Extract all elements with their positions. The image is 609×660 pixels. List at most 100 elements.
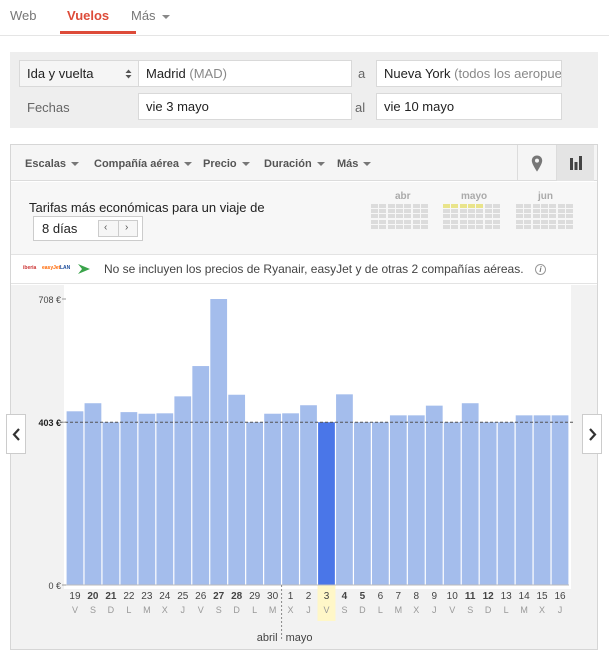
trip-length-label: Tarifas más económicas para un viaje de <box>29 200 265 215</box>
calendar-day-cell <box>412 204 420 208</box>
calendar-day-cell <box>492 224 500 229</box>
chart-next-button[interactable] <box>582 414 602 454</box>
depart-date-field[interactable]: vie 3 mayo <box>138 93 352 120</box>
price-bar <box>371 422 389 585</box>
chart-prev-button[interactable] <box>6 414 26 454</box>
price-bar <box>354 422 371 585</box>
tab-web[interactable]: Web <box>10 8 37 23</box>
calendar-day-cell <box>484 214 492 219</box>
x-weekday-label: J <box>558 605 563 615</box>
filter-label: Escalas <box>25 158 66 170</box>
calendar-day-cell <box>467 214 475 219</box>
calendar-day-cell <box>532 204 540 208</box>
bar-chart-icon <box>570 156 582 170</box>
calendar-day-cell <box>540 204 548 208</box>
calendar-day-cell <box>404 209 412 214</box>
calendar-day-cell <box>492 204 500 208</box>
calendar-day-cell <box>549 219 557 224</box>
calendar-day-cell <box>420 219 428 224</box>
price-bar <box>156 413 174 585</box>
calendar-day-cell <box>467 204 475 208</box>
calendar-day-cell <box>476 214 484 219</box>
x-day-label: 19 <box>69 591 81 602</box>
calendar-day-cell <box>549 224 557 229</box>
price-bar <box>407 415 425 585</box>
x-day-label: 13 <box>501 591 513 602</box>
filter-label: Compañía aérea <box>94 158 179 170</box>
info-icon[interactable]: i <box>535 264 546 275</box>
calendar-day-cell <box>492 209 500 214</box>
calendar-day-cell <box>371 219 378 224</box>
tab-mas[interactable]: Más <box>131 8 170 23</box>
filter-compania[interactable]: Compañía aérea <box>94 158 192 170</box>
trip-length-area: Tarifas más económicas para un viaje de … <box>11 182 597 255</box>
destination-field[interactable]: Nueva York (todos los aeropue <box>376 60 562 87</box>
calendar-day-cell <box>371 204 378 208</box>
month-label-mayo: mayo <box>286 632 313 644</box>
calendar-day-cell <box>516 214 523 219</box>
calendar-day-cell <box>492 214 500 219</box>
x-weekday-label: M <box>395 605 403 615</box>
x-day-label: 22 <box>123 591 135 602</box>
trip-length-stepper[interactable]: 8 días ‹ › <box>33 216 143 241</box>
y-tick-label: 0 € <box>48 581 61 591</box>
calendar-month-mayo: mayo <box>461 191 488 202</box>
x-weekday-label: X <box>539 605 545 615</box>
calendar-day-cell <box>459 209 467 214</box>
chevron-right-icon[interactable]: › <box>125 222 128 233</box>
x-weekday-label: V <box>449 605 455 615</box>
calendar-day-cell <box>451 214 459 219</box>
x-weekday-label: L <box>504 605 509 615</box>
filter-mas[interactable]: Más <box>337 158 372 170</box>
calendar-day-cell <box>379 214 387 219</box>
trip-type-select[interactable]: Ida y vuelta <box>19 60 140 87</box>
mini-calendar-abr[interactable] <box>371 204 429 230</box>
calendar-day-cell <box>524 219 532 224</box>
calendar-day-cell <box>387 209 395 214</box>
calendar-day-cell <box>540 224 548 229</box>
price-bar <box>300 405 317 585</box>
calendar-day-cell <box>524 214 532 219</box>
calendar-day-cell <box>395 224 403 229</box>
mini-calendar-mayo[interactable] <box>443 204 501 230</box>
calendar-day-cell <box>420 209 428 214</box>
price-bar <box>533 415 551 585</box>
calendar-day-cell <box>492 219 500 224</box>
calendar-day-cell <box>565 219 573 224</box>
map-view-button[interactable] <box>517 145 555 181</box>
calendar-day-cell <box>451 224 459 229</box>
calendar-day-cell <box>557 209 565 214</box>
price-bar <box>264 413 281 585</box>
calendar-day-cell <box>387 204 395 208</box>
price-bar <box>336 394 353 585</box>
calendar-day-cell <box>467 224 475 229</box>
tab-mas-label: Más <box>131 8 156 23</box>
price-bar <box>192 366 210 585</box>
x-weekday-label: X <box>162 605 168 615</box>
calendar-day-cell <box>404 224 412 229</box>
price-bar <box>282 413 299 585</box>
calendar-day-cell <box>420 224 428 229</box>
x-weekday-label: V <box>72 605 78 615</box>
calendar-day-cell <box>395 209 403 214</box>
filter-duracion[interactable]: Duración <box>264 158 325 170</box>
calendar-day-cell <box>412 209 420 214</box>
filter-precio[interactable]: Precio <box>203 158 250 170</box>
mini-calendar-jun[interactable] <box>516 204 574 230</box>
origin-field[interactable]: Madrid (MAD) <box>138 60 352 87</box>
x-weekday-label: M <box>143 605 151 615</box>
calendar-day-cell <box>459 204 467 208</box>
x-day-label: 5 <box>360 591 366 602</box>
filter-label: Más <box>337 158 359 170</box>
chevron-right-icon <box>589 428 597 441</box>
return-date-field[interactable]: vie 10 mayo <box>376 93 562 120</box>
calendar-month-abr: abr <box>395 191 411 202</box>
calendar-day-cell <box>387 224 395 229</box>
filter-escalas[interactable]: Escalas <box>25 158 79 170</box>
top-nav: Web Vuelos Más <box>0 0 609 36</box>
chevron-left-icon[interactable]: ‹ <box>104 222 107 233</box>
price-bar <box>174 396 192 585</box>
x-weekday-label: L <box>252 605 257 615</box>
tab-vuelos[interactable]: Vuelos <box>67 8 109 23</box>
chart-view-button[interactable] <box>556 145 594 181</box>
